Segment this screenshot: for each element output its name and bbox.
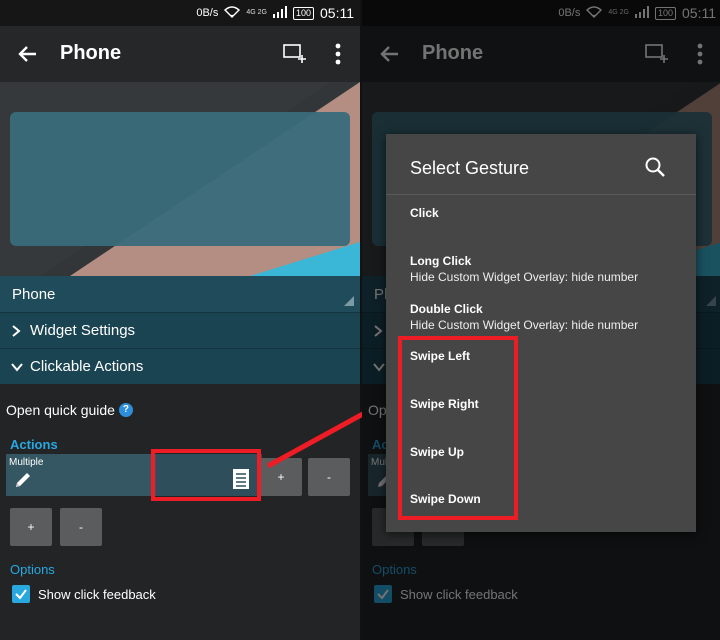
battery-level: 100: [292, 6, 314, 20]
gesture-assigned-action: Hide Custom Widget Overlay: hide number: [410, 318, 639, 332]
quick-guide-label: Open quick guide: [6, 402, 115, 418]
widget-name: Phone: [12, 286, 56, 303]
chevron-right-icon: [10, 324, 22, 338]
signal-label: 4G 2G: [246, 9, 267, 16]
wifi-icon: [224, 5, 241, 21]
dialog-title: Select Gesture: [410, 158, 530, 178]
dialog-divider: [386, 194, 696, 195]
app-bar: Phone: [0, 26, 360, 82]
gesture-option-click[interactable]: Click: [410, 206, 680, 220]
remove-row-button[interactable]: -: [60, 508, 102, 546]
clock: 05:11: [320, 5, 354, 21]
show-click-feedback-option[interactable]: Show click feedback: [12, 585, 156, 603]
options-heading: Options: [10, 562, 55, 577]
search-icon[interactable]: [644, 156, 666, 178]
gesture-name: Click: [410, 206, 439, 220]
actions-heading: Actions: [10, 437, 58, 452]
status-bar: 0B/s 4G 2G 100 05:11: [0, 0, 360, 26]
page-title: Phone: [60, 42, 122, 64]
add-widget-icon[interactable]: [282, 42, 308, 66]
widget-card[interactable]: [10, 112, 350, 246]
quick-guide-link[interactable]: Open quick guide ?: [6, 402, 133, 418]
action-caption: Multiple: [9, 457, 44, 468]
highlight-box: [151, 449, 261, 501]
checkbox-checked-icon[interactable]: [12, 585, 30, 603]
widget-settings-label: Widget Settings: [30, 322, 136, 339]
clickable-actions-row[interactable]: Clickable Actions: [0, 348, 360, 384]
widget-name-bar[interactable]: Phone: [0, 276, 360, 312]
net-speed: 0B/s: [196, 7, 219, 19]
more-options-icon[interactable]: [328, 42, 348, 66]
gesture-option-long-click[interactable]: Long Click Hide Custom Widget Overlay: h…: [410, 254, 680, 284]
pencil-icon[interactable]: [13, 470, 33, 490]
right-screen: 0B/s 4G 2G 100 05:11 Phone: [362, 0, 720, 640]
gesture-assigned-action: Hide Custom Widget Overlay: hide number: [410, 270, 639, 284]
widget-preview: [0, 82, 360, 276]
back-arrow-icon[interactable]: [14, 40, 42, 68]
chevron-down-icon: [10, 360, 23, 374]
resize-corner-icon: [344, 296, 354, 306]
left-screen: 0B/s 4G 2G 100 05:11 Phone Phone Widget …: [0, 0, 360, 640]
signal-icon: [272, 5, 287, 21]
gesture-option-double-click[interactable]: Double Click Hide Custom Widget Overlay:…: [410, 302, 680, 332]
show-click-feedback-label: Show click feedback: [38, 586, 156, 602]
gesture-name: Long Click: [410, 254, 472, 268]
add-row-button[interactable]: +: [10, 508, 52, 546]
highlight-box: [398, 336, 518, 520]
clickable-actions-label: Clickable Actions: [30, 358, 144, 375]
help-icon: ?: [118, 403, 133, 417]
gesture-name: Double Click: [410, 302, 483, 316]
widget-settings-row[interactable]: Widget Settings: [0, 312, 360, 348]
